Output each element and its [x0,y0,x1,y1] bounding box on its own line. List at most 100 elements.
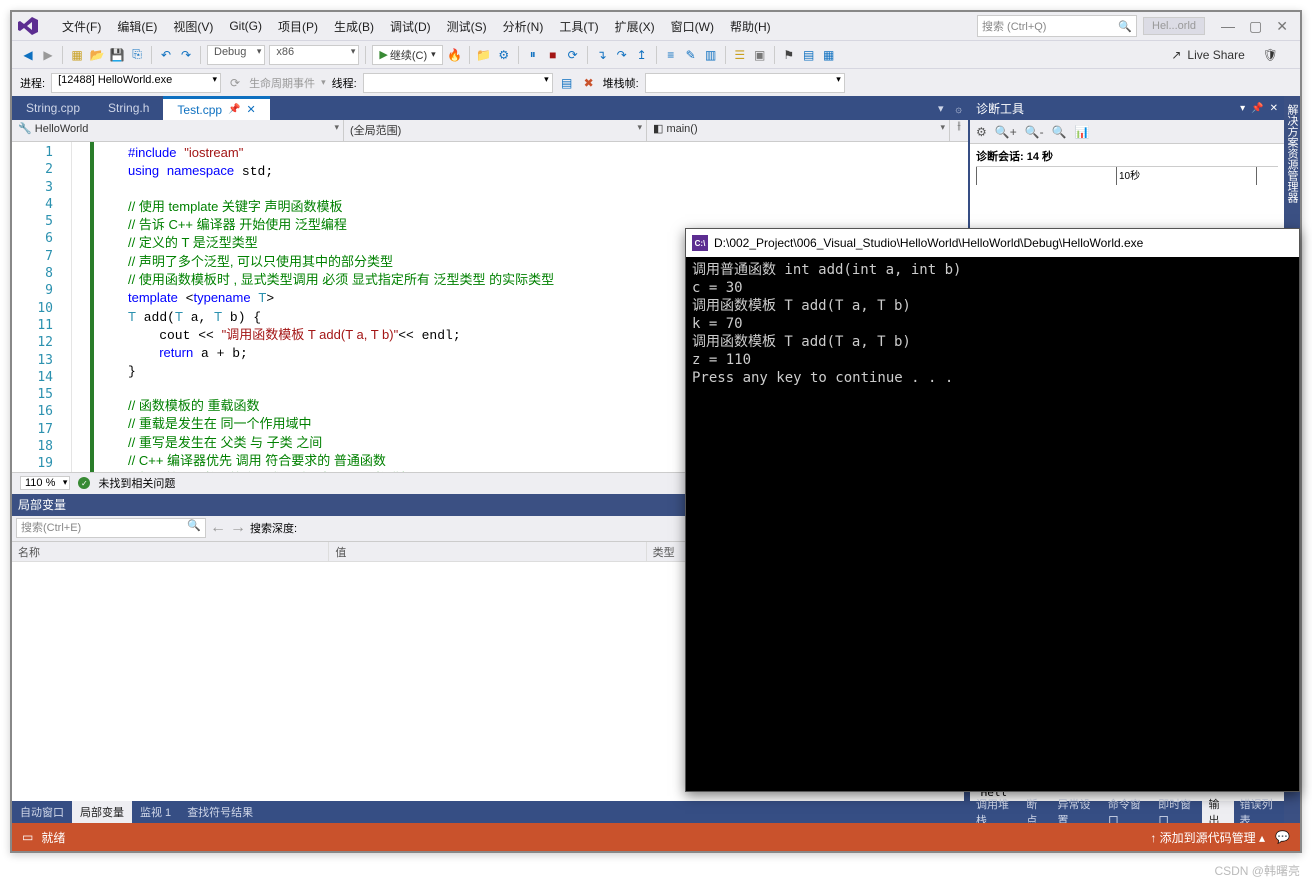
menu-project[interactable]: 项目(P) [270,18,326,35]
menu-file[interactable]: 文件(F) [54,18,109,35]
scm-button[interactable]: ↑ 添加到源代码管理 ▴ [1150,829,1265,846]
step-out-icon[interactable]: ↥ [634,47,650,63]
menu-window[interactable]: 窗口(W) [663,18,722,35]
tab-test-cpp[interactable]: Test.cpp📌✕ [163,96,269,120]
notifications-icon[interactable]: 💬 [1275,830,1290,844]
tool-icon-2[interactable]: ✎ [683,47,699,63]
flag-icon[interactable]: ⚑ [781,47,797,63]
zoom-dropdown[interactable]: 110 % [20,476,70,490]
platform-dropdown[interactable]: x86 [269,45,359,65]
menu-test[interactable]: 测试(S) [439,18,495,35]
nav-back-icon[interactable]: ◀ [20,47,36,63]
undo-icon[interactable]: ↶ [158,47,174,63]
open-icon[interactable]: 📂 [89,47,105,63]
diag-chart-icon[interactable]: 📊 [1075,125,1090,139]
menu-view[interactable]: 视图(V) [165,18,221,35]
tool-icon-3[interactable]: ▥ [703,47,719,63]
menu-help[interactable]: 帮助(H) [722,18,779,35]
tool-icon-7[interactable]: ▦ [821,47,837,63]
locals-tab-3[interactable]: 查找符号结果 [179,801,261,823]
thread-icon-2[interactable]: ✖ [581,75,597,91]
folder-icon[interactable]: 📁 [476,47,492,63]
gear-icon[interactable]: ⚙ [496,47,512,63]
diag-reset-icon[interactable]: 🔍 [1052,125,1067,139]
diag-zoom-in-icon[interactable]: 🔍+ [995,125,1017,139]
step-into-icon[interactable]: ↴ [594,47,610,63]
debug-toolbar: 进程: [12488] HelloWorld.exe ⟳ 生命周期事件 ▾ 线程… [12,68,1300,96]
stackframe-dropdown[interactable] [645,73,845,93]
diag-zoom-out-icon[interactable]: 🔍- [1025,125,1044,139]
pause-icon[interactable]: ⏸ [525,47,541,63]
tab-dropdown-icon[interactable]: ▾ [932,102,950,115]
tab-string-cpp[interactable]: String.cpp [12,96,94,120]
output-tab-4[interactable]: 即时窗口 [1152,801,1202,823]
split-icon[interactable]: ⫲ [950,120,968,141]
console-titlebar[interactable]: C:\ D:\002_Project\006_Visual_Studio\Hel… [686,229,1299,257]
namespace-dropdown[interactable]: (全局范围) [344,120,647,141]
admin-icon[interactable]: 🛡 [1263,48,1278,62]
save-icon[interactable]: 💾 [109,47,125,63]
tab-settings-icon[interactable]: ۞ [950,102,968,115]
locals-tab-0[interactable]: 自动窗口 [12,801,72,823]
config-dropdown[interactable]: Debug [207,45,265,65]
menu-debug[interactable]: 调试(D) [382,18,439,35]
nav-forward-icon[interactable]: ▶ [40,47,56,63]
restart-icon[interactable]: ⟳ [565,47,581,63]
close-tab-icon[interactable]: ✕ [247,103,256,116]
locals-search-input[interactable]: 搜索(Ctrl+E) [16,518,206,538]
output-tab-5[interactable]: 输出 [1202,801,1233,823]
vs-logo-icon [18,17,42,35]
stop-icon[interactable]: ■ [545,47,561,63]
tool-icon-1[interactable]: ≡ [663,47,679,63]
col-name[interactable]: 名称 [12,542,329,562]
pin-icon[interactable]: 📌 [1251,103,1263,114]
diag-settings-icon[interactable]: ⚙ [976,125,987,139]
step-over-icon[interactable]: ↷ [614,47,630,63]
col-value[interactable]: 值 [329,542,646,562]
tool-icon-5[interactable]: ▣ [752,47,768,63]
tool-icon-4[interactable]: ☰ [732,47,748,63]
func-dropdown[interactable]: ◧ main() [647,120,950,141]
menu-tools[interactable]: 工具(T) [551,18,606,35]
maximize-icon[interactable]: ▢ [1249,18,1262,35]
process-dropdown[interactable]: [12488] HelloWorld.exe [51,73,221,93]
output-tab-6[interactable]: 错误列表 [1234,801,1284,823]
minimize-icon[interactable]: ― [1221,18,1235,35]
lifecycle-icon[interactable]: ⟳ [227,75,243,91]
close-panel-icon[interactable]: ✕ [1270,103,1278,114]
output-tab-2[interactable]: 异常设置 [1052,801,1102,823]
global-search-input[interactable]: 搜索 (Ctrl+Q)🔍 [977,15,1137,37]
hot-reload-icon[interactable]: 🔥 [447,47,463,63]
console-output[interactable]: 调用普通函数 int add(int a, int b) c = 30 调用函数… [686,257,1299,391]
nav-forward-icon[interactable]: → [230,519,246,537]
locals-tab-2[interactable]: 监视 1 [132,801,179,823]
scope-dropdown[interactable]: 🔧 HelloWorld [12,120,344,141]
thread-icon-1[interactable]: ▤ [559,75,575,91]
output-tab-0[interactable]: 调用堆栈 [970,801,1020,823]
menu-analyze[interactable]: 分析(N) [495,18,552,35]
pin-icon[interactable]: 📌 [228,104,240,115]
close-icon[interactable]: ✕ [1276,18,1288,35]
diag-timeline: 10秒 [976,166,1278,188]
save-all-icon[interactable]: ⎘ [129,47,145,63]
panel-dropdown-icon[interactable]: ▾ [1240,103,1245,114]
search-icon: 🔍 [1118,20,1132,33]
menu-extensions[interactable]: 扩展(X) [607,18,663,35]
live-share-button[interactable]: ↗Live Share🛡 [1171,48,1292,62]
redo-icon[interactable]: ↷ [178,47,194,63]
tab-string-h[interactable]: String.h [94,96,163,120]
play-icon: ▶ [379,48,387,61]
output-tab-1[interactable]: 断点 [1020,801,1051,823]
lifecycle-label: 生命周期事件 [249,75,315,91]
continue-button[interactable]: ▶继续(C)▾ [372,45,442,65]
output-tab-3[interactable]: 命令窗口 [1102,801,1152,823]
menu-git[interactable]: Git(G) [221,19,270,33]
new-item-icon[interactable]: ▦ [69,47,85,63]
depth-label: 搜索深度: [250,520,297,536]
menu-edit[interactable]: 编辑(E) [109,18,165,35]
thread-dropdown[interactable] [363,73,553,93]
menu-build[interactable]: 生成(B) [326,18,382,35]
tool-icon-6[interactable]: ▤ [801,47,817,63]
nav-back-icon[interactable]: ← [210,519,226,537]
locals-tab-1[interactable]: 局部变量 [72,801,132,823]
